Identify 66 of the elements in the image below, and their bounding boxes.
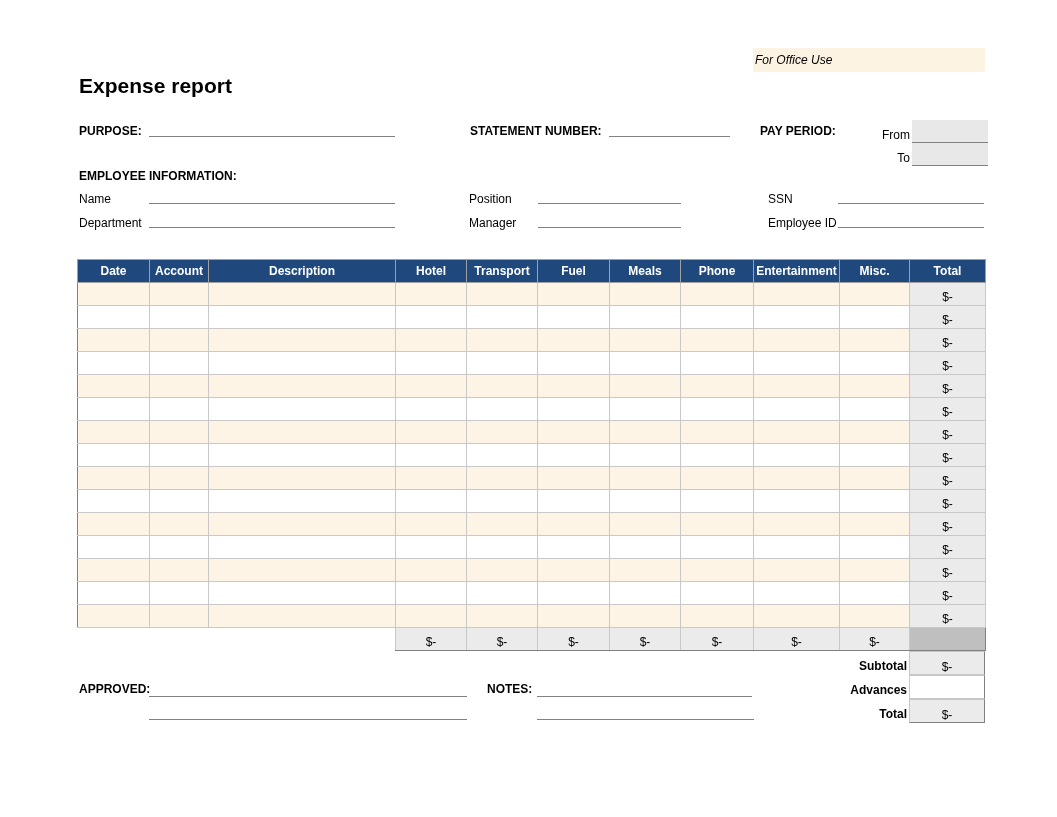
section-heading: EMPLOYEE INFORMATION: bbox=[79, 168, 238, 185]
field-label: STATEMENT NUMBER: bbox=[470, 123, 603, 140]
table-cell[interactable] bbox=[208, 305, 396, 329]
table-cell[interactable] bbox=[208, 581, 396, 605]
table-cell[interactable] bbox=[208, 420, 396, 444]
table-cell[interactable] bbox=[208, 489, 396, 513]
table-cell[interactable] bbox=[208, 351, 396, 375]
field-label: Employee ID bbox=[768, 215, 838, 232]
table-cell[interactable] bbox=[77, 328, 150, 352]
table-cell[interactable] bbox=[77, 535, 150, 559]
table-cell[interactable] bbox=[77, 466, 150, 490]
column-header: Transport bbox=[466, 259, 538, 283]
column-header: Misc. bbox=[839, 259, 910, 283]
table-cell[interactable] bbox=[208, 466, 396, 490]
field-label: SSN bbox=[768, 191, 794, 208]
table-cell[interactable] bbox=[77, 581, 150, 605]
table-cell[interactable] bbox=[77, 420, 150, 444]
column-header: Account bbox=[149, 259, 209, 283]
field-label: To bbox=[896, 150, 911, 166]
field-label: APPROVED: bbox=[79, 681, 149, 698]
field-label: Department bbox=[79, 215, 143, 232]
column-header: Total bbox=[909, 259, 986, 283]
table-cell[interactable] bbox=[77, 282, 150, 306]
table-cell[interactable] bbox=[208, 443, 396, 467]
office-use-label: For Office Use bbox=[753, 48, 985, 72]
field-label: From bbox=[881, 127, 911, 143]
field-label: PAY PERIOD: bbox=[760, 123, 837, 140]
table-cell[interactable] bbox=[77, 351, 150, 375]
report-title: Expense report bbox=[79, 74, 233, 99]
column-header: Description bbox=[208, 259, 396, 283]
date-field[interactable] bbox=[912, 120, 988, 143]
table-cell[interactable] bbox=[77, 305, 150, 329]
amount-field[interactable] bbox=[909, 675, 985, 699]
column-header: Date bbox=[77, 259, 150, 283]
table-cell[interactable] bbox=[77, 604, 150, 628]
amount-cell: $- bbox=[909, 651, 985, 675]
column-total-cell: $- bbox=[395, 627, 467, 651]
table-cell[interactable] bbox=[77, 558, 150, 582]
date-field[interactable] bbox=[912, 143, 988, 166]
table-cell[interactable] bbox=[77, 443, 150, 467]
table-cell[interactable] bbox=[208, 512, 396, 536]
table-cell[interactable] bbox=[77, 512, 150, 536]
column-header: Fuel bbox=[537, 259, 610, 283]
table-cell[interactable] bbox=[77, 489, 150, 513]
column-header: Entertainment bbox=[753, 259, 840, 283]
summary-label: Total bbox=[878, 706, 908, 722]
table-cell[interactable] bbox=[208, 397, 396, 421]
table-cell[interactable] bbox=[77, 374, 150, 398]
table-cell[interactable] bbox=[208, 374, 396, 398]
field-label: Name bbox=[79, 191, 112, 208]
field-label: Position bbox=[469, 191, 513, 208]
column-header: Meals bbox=[609, 259, 681, 283]
table-cell[interactable] bbox=[208, 558, 396, 582]
column-header: Phone bbox=[680, 259, 754, 283]
table-cell[interactable] bbox=[208, 328, 396, 352]
table-cell[interactable] bbox=[208, 604, 396, 628]
summary-label: Subtotal bbox=[858, 658, 908, 674]
summary-label: Advances bbox=[849, 682, 908, 698]
field-label: PURPOSE: bbox=[79, 123, 143, 140]
table-cell[interactable] bbox=[208, 282, 396, 306]
table-cell[interactable] bbox=[208, 535, 396, 559]
table-cell[interactable] bbox=[77, 397, 150, 421]
field-label: Manager bbox=[469, 215, 518, 232]
amount-cell: $- bbox=[909, 699, 985, 723]
field-label: NOTES: bbox=[487, 681, 534, 698]
column-header: Hotel bbox=[395, 259, 467, 283]
